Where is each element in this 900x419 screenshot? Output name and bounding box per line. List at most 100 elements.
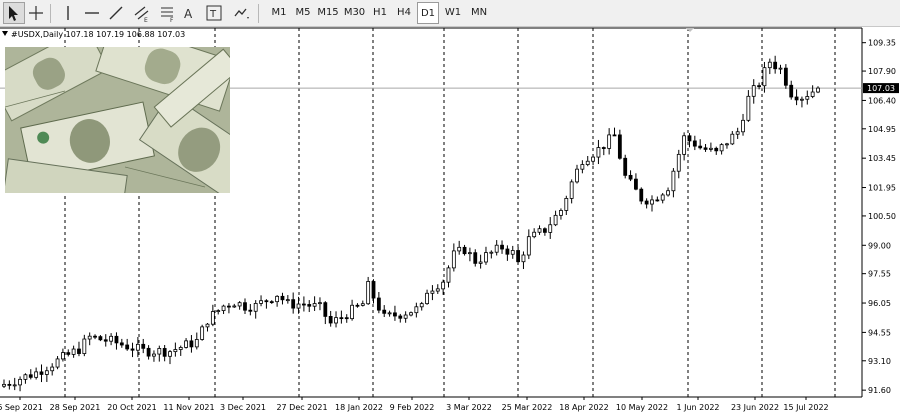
candle-body [28, 374, 33, 378]
candle-body [687, 135, 692, 142]
candle-body [307, 304, 312, 307]
candle-body [778, 67, 783, 70]
horizontal-line-icon [85, 12, 99, 14]
candle-body [714, 147, 719, 152]
svg-text:A: A [184, 7, 193, 21]
horizontal-line-tool[interactable] [81, 2, 103, 24]
candle-body [98, 336, 103, 341]
candle-body [767, 61, 772, 69]
candle-body [168, 351, 172, 357]
candle-body [639, 188, 644, 202]
candle-body [114, 335, 119, 344]
cursor-tool[interactable] [3, 2, 25, 24]
candle-body [671, 170, 676, 192]
candle-body [805, 96, 810, 100]
timeframe-m1-button[interactable]: M1 [268, 2, 290, 24]
candle-body [628, 174, 633, 180]
candle-body [623, 157, 628, 176]
candle-body [200, 326, 205, 340]
candle-body [135, 343, 140, 351]
timeframe-h4-button[interactable]: H4 [393, 2, 415, 24]
crosshair-tool[interactable] [25, 2, 47, 24]
text-label-tool[interactable]: T [203, 2, 225, 24]
candle-body [205, 323, 210, 328]
candle-body [409, 312, 413, 316]
equidistant-channel-tool[interactable]: E [131, 2, 153, 24]
y-tick-label: 99.00 [868, 241, 891, 250]
candle-body [259, 300, 263, 304]
candle-body [109, 335, 114, 342]
candle-body [93, 335, 97, 338]
candle-body [243, 302, 247, 311]
svg-text:E: E [144, 17, 148, 23]
candle-body [312, 303, 317, 307]
candle-body [430, 290, 435, 294]
x-tick-label: 10 May 2022 [616, 403, 668, 412]
candle-body [451, 250, 456, 269]
text-tool[interactable]: A [178, 2, 200, 24]
candle-body [692, 140, 697, 147]
candle-body [280, 295, 285, 301]
candle-body [569, 181, 574, 199]
vertical-line-tool[interactable] [57, 2, 79, 24]
x-tick-label: 23 Jun 2022 [731, 403, 779, 412]
equidistant-channel-icon: E [134, 6, 149, 23]
candle-body [210, 311, 215, 325]
collapse-triangle-icon[interactable] [2, 31, 8, 36]
candle-body [816, 87, 820, 93]
x-tick-label: 28 Sep 2021 [50, 403, 101, 412]
timeframe-mn-button[interactable]: MN [467, 2, 491, 24]
timeframe-w1-button[interactable]: W1 [442, 2, 464, 24]
y-tick-label: 91.60 [868, 386, 891, 395]
candle-body [301, 303, 306, 306]
candle-body [564, 198, 569, 211]
y-tick-label: 107.90 [868, 67, 896, 76]
x-tick-label: 15 Jul 2022 [783, 403, 828, 412]
candle-body [275, 295, 280, 303]
x-tick-label: 11 Nov 2021 [163, 403, 214, 412]
candle-body [221, 305, 226, 312]
candle-body [366, 281, 371, 305]
y-tick-label: 101.95 [868, 184, 896, 193]
candle-body [194, 339, 199, 348]
candle-body [698, 145, 703, 149]
arrow-shapes-tool[interactable] [230, 2, 252, 24]
candle-body [350, 304, 354, 320]
candle-body [516, 250, 521, 263]
candle-body [462, 246, 467, 255]
candle-body [44, 370, 49, 375]
timeframe-m5-button[interactable]: M5 [292, 2, 314, 24]
timeframe-m30-button[interactable]: M30 [342, 2, 367, 24]
y-tick-label: 109.35 [868, 39, 896, 48]
fibonacci-tool[interactable]: F [157, 2, 179, 24]
text-label-icon: T [206, 5, 222, 21]
x-tick-label: 3 Dec 2021 [220, 403, 266, 412]
trendline-tool[interactable] [105, 2, 127, 24]
candle-body [601, 147, 606, 149]
fibonacci-icon: F [161, 7, 174, 23]
candle-body [323, 302, 328, 317]
candle-body [39, 371, 44, 375]
candle-body [82, 338, 87, 354]
candle-body [152, 353, 156, 357]
candle-body [66, 352, 71, 355]
toolbar-separator [258, 4, 259, 23]
x-tick-label: 3 Mar 2022 [446, 403, 492, 412]
candle-body [676, 153, 681, 172]
candle-body [537, 228, 542, 233]
candle-body [371, 281, 376, 299]
candle-body [355, 304, 360, 307]
candle-body [232, 305, 237, 308]
candle-body [237, 302, 242, 307]
candle-body [521, 254, 526, 263]
svg-text:T: T [209, 9, 217, 20]
candle-body [146, 347, 151, 357]
text-icon: A [184, 7, 193, 21]
candle-body [189, 340, 194, 348]
timeframe-h1-button[interactable]: H1 [369, 2, 391, 24]
timeframe-d1-button[interactable]: D1 [417, 2, 439, 24]
candle-body [789, 84, 794, 98]
candle-body [607, 134, 612, 149]
timeframe-m15-button[interactable]: M15 [316, 2, 340, 24]
candle-body [751, 85, 756, 97]
